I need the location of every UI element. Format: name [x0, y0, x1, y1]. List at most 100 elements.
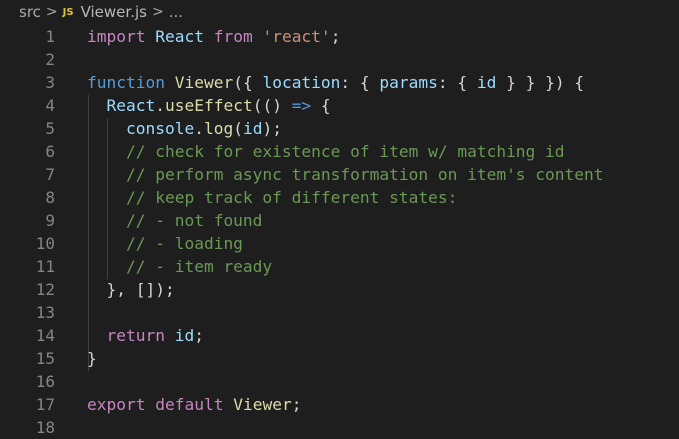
- code-text: function Viewer({ location: { params: { …: [87, 71, 584, 94]
- code-token: import: [87, 27, 146, 46]
- code-token: ({: [233, 73, 263, 92]
- code-token: : {: [437, 73, 477, 92]
- code-token: ;: [194, 326, 204, 345]
- code-token: // - item ready: [87, 257, 273, 276]
- breadcrumb-file-viewer[interactable]: Viewer.js: [81, 3, 147, 21]
- line-number: 17: [35, 395, 55, 414]
- line-number: 11: [35, 257, 55, 276]
- line-number: 9: [45, 211, 55, 230]
- code-text: // - loading: [87, 232, 243, 255]
- line-number: 5: [45, 119, 55, 138]
- code-token: );: [262, 119, 282, 138]
- code-token: 'react': [262, 27, 331, 46]
- line-number: 6: [45, 142, 55, 161]
- code-text: }, []);: [87, 278, 175, 301]
- code-token: : {: [340, 73, 380, 92]
- code-text: console.log(id);: [87, 117, 282, 140]
- line-number: 10: [35, 234, 55, 253]
- line-number: 14: [35, 326, 55, 345]
- code-token: export: [87, 395, 146, 414]
- line-number: 13: [35, 303, 55, 322]
- code-token: }: [87, 349, 97, 368]
- code-line[interactable]: 5 console.log(id);: [0, 117, 679, 140]
- code-text: // keep track of different states:: [87, 186, 457, 209]
- line-number: 4: [45, 96, 55, 115]
- code-token: console: [125, 119, 195, 138]
- code-line[interactable]: 14 return id;: [0, 324, 679, 347]
- chevron-right-icon: >: [45, 4, 58, 20]
- code-line[interactable]: 16: [0, 370, 679, 393]
- code-token: }, []);: [87, 280, 175, 299]
- line-number: 1: [45, 27, 55, 46]
- code-token: React: [145, 27, 214, 46]
- code-token: =>: [291, 96, 312, 115]
- code-token: // perform async transformation on item'…: [87, 165, 604, 184]
- code-line[interactable]: 2: [0, 48, 679, 71]
- line-number: 15: [35, 349, 55, 368]
- code-line[interactable]: 10 // - loading: [0, 232, 679, 255]
- code-text: // check for existence of item w/ matchi…: [87, 140, 565, 163]
- code-token: useEffect: [164, 96, 253, 115]
- code-token: ;: [330, 27, 341, 46]
- code-text: // - not found: [87, 209, 262, 232]
- line-number: 8: [45, 188, 55, 207]
- code-token: // keep track of different states:: [87, 188, 458, 207]
- code-text: // perform async transformation on item'…: [87, 163, 604, 186]
- code-token: // - loading: [87, 234, 243, 253]
- code-line[interactable]: 6 // check for existence of item w/ matc…: [0, 140, 679, 163]
- code-text: return id;: [87, 324, 204, 347]
- code-token: Viewer: [174, 73, 234, 92]
- code-line[interactable]: 13: [0, 301, 679, 324]
- line-number: 16: [35, 372, 55, 391]
- code-line[interactable]: 7 // perform async transformation on ite…: [0, 163, 679, 186]
- code-token: id: [174, 326, 195, 345]
- code-line[interactable]: 12 }, []);: [0, 278, 679, 301]
- code-token: .: [194, 119, 204, 138]
- code-line[interactable]: 9 // - not found: [0, 209, 679, 232]
- code-line[interactable]: 4 React.useEffect(() => {: [0, 94, 679, 117]
- code-token: log: [203, 119, 234, 138]
- code-line[interactable]: 17 export default Viewer;: [0, 393, 679, 416]
- chevron-right-icon: >: [151, 4, 164, 20]
- code-token: .: [155, 96, 165, 115]
- code-text: }: [87, 347, 97, 370]
- code-token: ((): [252, 96, 292, 115]
- breadcrumb-symbols[interactable]: ...: [169, 3, 183, 21]
- code-token: React: [106, 96, 156, 115]
- code-token: id: [242, 119, 263, 138]
- code-line[interactable]: 11 // - item ready: [0, 255, 679, 278]
- code-token: // check for existence of item w/ matchi…: [87, 142, 565, 161]
- code-line[interactable]: 3 function Viewer({ location: { params: {…: [0, 71, 679, 94]
- code-token: id: [476, 73, 497, 92]
- breadcrumb-folder-src[interactable]: src: [19, 3, 41, 21]
- code-editor[interactable]: 1 import React from 'react'; 2 3 function Vi…: [0, 24, 679, 437]
- code-line[interactable]: 1 import React from 'react';: [0, 25, 679, 48]
- code-token: (: [233, 119, 243, 138]
- line-number: 12: [35, 280, 55, 299]
- javascript-file-icon: JS: [62, 6, 74, 18]
- code-line[interactable]: 8 // keep track of different states:: [0, 186, 679, 209]
- code-token: return: [106, 326, 165, 345]
- breadcrumb: src > JS Viewer.js > ...: [0, 0, 679, 24]
- code-token: } } }) {: [496, 73, 585, 92]
- line-number: 3: [45, 73, 55, 92]
- line-number: 2: [45, 50, 55, 69]
- code-token: from: [213, 27, 253, 46]
- code-token: ;: [291, 395, 302, 414]
- code-token: default: [155, 395, 224, 414]
- code-token: Viewer: [233, 395, 292, 414]
- code-text: React.useEffect(() => {: [87, 94, 331, 117]
- code-text: export default Viewer;: [87, 393, 301, 416]
- code-token: location: [262, 73, 341, 92]
- code-text: // - item ready: [87, 255, 272, 278]
- code-line[interactable]: 15}: [0, 347, 679, 370]
- code-token: function: [87, 73, 165, 92]
- code-token: // - not found: [87, 211, 263, 230]
